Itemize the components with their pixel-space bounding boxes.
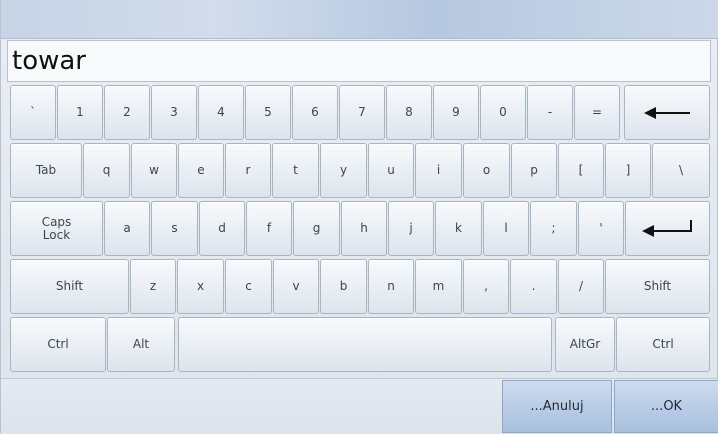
key-d[interactable]: d bbox=[199, 201, 245, 256]
key-comma[interactable]: , bbox=[463, 259, 509, 314]
key-3[interactable]: 3 bbox=[151, 85, 197, 140]
key-w[interactable]: w bbox=[131, 143, 177, 198]
key-v[interactable]: v bbox=[273, 259, 319, 314]
key-shift-left[interactable]: Shift bbox=[10, 259, 129, 314]
backspace-arrow-icon bbox=[644, 106, 690, 120]
key-2[interactable]: 2 bbox=[104, 85, 150, 140]
key-s[interactable]: s bbox=[151, 201, 198, 256]
key-altgr[interactable]: AltGr bbox=[555, 317, 615, 372]
key-backtick[interactable]: ` bbox=[10, 85, 56, 140]
key-caps-lock[interactable]: Caps Lock bbox=[10, 201, 103, 256]
key-z[interactable]: z bbox=[130, 259, 176, 314]
key-n[interactable]: n bbox=[368, 259, 414, 314]
key-shift-right[interactable]: Shift bbox=[605, 259, 710, 314]
key-o[interactable]: o bbox=[463, 143, 510, 198]
key-period[interactable]: . bbox=[510, 259, 557, 314]
key-slash[interactable]: / bbox=[558, 259, 604, 314]
key-y[interactable]: y bbox=[320, 143, 367, 198]
key-g[interactable]: g bbox=[293, 201, 340, 256]
key-i[interactable]: i bbox=[415, 143, 462, 198]
key-left-bracket[interactable]: [ bbox=[558, 143, 604, 198]
key-backslash[interactable]: \ bbox=[652, 143, 710, 198]
key-e[interactable]: e bbox=[178, 143, 224, 198]
key-right-bracket[interactable]: ] bbox=[605, 143, 651, 198]
key-7[interactable]: 7 bbox=[339, 85, 385, 140]
enter-arrow-icon bbox=[641, 219, 694, 238]
key-c[interactable]: c bbox=[225, 259, 272, 314]
key-9[interactable]: 9 bbox=[433, 85, 479, 140]
key-semicolon[interactable]: ; bbox=[530, 201, 577, 256]
key-f[interactable]: f bbox=[246, 201, 292, 256]
key-alt[interactable]: Alt bbox=[107, 317, 175, 372]
key-space[interactable] bbox=[178, 317, 552, 372]
text-input[interactable] bbox=[7, 40, 711, 82]
key-u[interactable]: u bbox=[368, 143, 414, 198]
key-l[interactable]: l bbox=[483, 201, 529, 256]
on-screen-keyboard-window: ` 1 2 3 4 5 6 7 8 9 0 - = Tab q w e r t … bbox=[0, 0, 718, 434]
key-minus[interactable]: - bbox=[527, 85, 573, 140]
key-b[interactable]: b bbox=[320, 259, 367, 314]
key-apostrophe[interactable]: ' bbox=[578, 201, 624, 256]
keyboard: ` 1 2 3 4 5 6 7 8 9 0 - = Tab q w e r t … bbox=[10, 85, 710, 375]
key-r[interactable]: r bbox=[225, 143, 271, 198]
cancel-button[interactable]: ...Anuluj bbox=[502, 380, 612, 433]
key-enter[interactable] bbox=[625, 201, 710, 256]
key-m[interactable]: m bbox=[415, 259, 462, 314]
key-0[interactable]: 0 bbox=[480, 85, 526, 140]
key-5[interactable]: 5 bbox=[245, 85, 291, 140]
key-1[interactable]: 1 bbox=[57, 85, 103, 140]
key-4[interactable]: 4 bbox=[198, 85, 244, 140]
key-t[interactable]: t bbox=[272, 143, 319, 198]
key-6[interactable]: 6 bbox=[292, 85, 338, 140]
key-ctrl-left[interactable]: Ctrl bbox=[10, 317, 106, 372]
key-q[interactable]: q bbox=[83, 143, 130, 198]
key-h[interactable]: h bbox=[341, 201, 387, 256]
key-ctrl-right[interactable]: Ctrl bbox=[616, 317, 710, 372]
key-j[interactable]: j bbox=[388, 201, 434, 256]
key-8[interactable]: 8 bbox=[386, 85, 432, 140]
key-tab[interactable]: Tab bbox=[10, 143, 82, 198]
key-a[interactable]: a bbox=[104, 201, 150, 256]
ok-button[interactable]: ...OK bbox=[614, 380, 718, 433]
title-bar bbox=[1, 0, 718, 39]
key-backspace[interactable] bbox=[624, 85, 710, 140]
key-p[interactable]: p bbox=[511, 143, 557, 198]
key-k[interactable]: k bbox=[435, 201, 482, 256]
key-x[interactable]: x bbox=[177, 259, 224, 314]
key-equals[interactable]: = bbox=[574, 85, 620, 140]
